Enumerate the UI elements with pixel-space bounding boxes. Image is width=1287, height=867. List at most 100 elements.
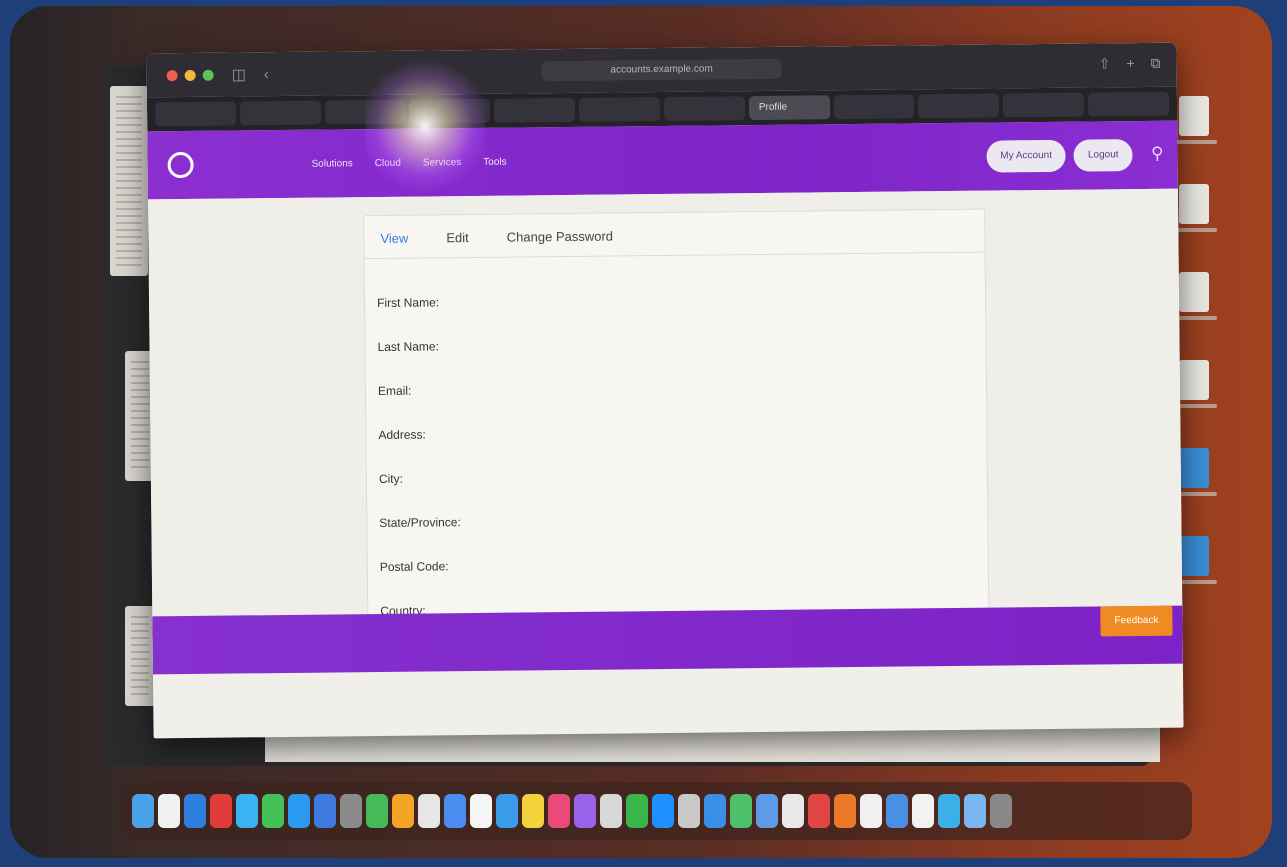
field-label: Email:: [377, 383, 412, 399]
sidebar-toggle-icon[interactable]: ◫: [232, 65, 246, 83]
nav-links: Solutions Cloud Services Tools: [312, 156, 507, 169]
site-logo-icon[interactable]: [167, 151, 194, 179]
field-label: State/Province:: [379, 515, 461, 530]
browser-tab[interactable]: [833, 94, 915, 120]
profile-row-first-name: First Name:: [365, 275, 985, 325]
back-arrow-icon[interactable]: ‹: [264, 66, 269, 83]
field-label: City:: [378, 471, 403, 487]
new-tab-icon[interactable]: +: [1126, 55, 1134, 72]
tab-change-password[interactable]: Change Password: [507, 229, 613, 245]
dock-app-icon[interactable]: [210, 794, 232, 828]
logout-button[interactable]: Logout: [1073, 139, 1133, 172]
dock-app-icon[interactable]: [288, 794, 310, 828]
my-account-button[interactable]: My Account: [986, 139, 1067, 173]
dock-app-icon[interactable]: [132, 794, 154, 828]
nav-link[interactable]: Services: [423, 157, 461, 168]
background-document: [110, 86, 148, 276]
dock-app-icon[interactable]: [262, 794, 284, 828]
browser-window: ◫ ‹ accounts.example.com ⇧ + ⧉ Profile S…: [146, 42, 1184, 739]
macos-dock: [122, 782, 1192, 840]
field-label: First Name:: [376, 295, 440, 311]
profile-card: View Edit Change Password First Name: La…: [363, 208, 990, 638]
tab-edit[interactable]: Edit: [446, 230, 469, 245]
dock-app-icon[interactable]: [444, 794, 466, 828]
field-label: Last Name:: [377, 339, 439, 355]
site-footer: Feedback: [152, 605, 1183, 675]
dock-app-icon[interactable]: [834, 794, 856, 828]
dock-app-icon[interactable]: [964, 794, 986, 828]
nav-link[interactable]: Solutions: [312, 158, 353, 169]
feedback-button[interactable]: Feedback: [1100, 605, 1173, 637]
browser-tab[interactable]: [663, 96, 745, 121]
dock-app-icon[interactable]: [704, 794, 726, 828]
share-icon[interactable]: ⇧: [1099, 55, 1111, 72]
zoom-window-button[interactable]: [202, 69, 214, 81]
page-content: View Edit Change Password First Name: La…: [147, 188, 1183, 675]
dock-app-icon[interactable]: [418, 794, 440, 828]
dock-app-icon[interactable]: [782, 794, 804, 828]
dock-app-icon[interactable]: [990, 794, 1012, 828]
tab-overview-icon[interactable]: ⧉: [1151, 55, 1161, 72]
file-icon[interactable]: [1171, 360, 1217, 408]
nav-link[interactable]: Cloud: [375, 157, 401, 168]
dock-app-icon[interactable]: [678, 794, 700, 828]
browser-tab-active[interactable]: Profile: [748, 95, 830, 121]
dock-app-icon[interactable]: [860, 794, 882, 828]
browser-tab[interactable]: [918, 93, 1000, 119]
dock-app-icon[interactable]: [522, 794, 544, 828]
dock-app-icon[interactable]: [574, 794, 596, 828]
field-label: Postal Code:: [379, 559, 449, 574]
dock-app-icon[interactable]: [236, 794, 258, 828]
dock-app-icon[interactable]: [496, 794, 518, 828]
dock-app-icon[interactable]: [600, 794, 622, 828]
profile-tabs: View Edit Change Password: [364, 209, 985, 260]
profile-row-city: City:: [367, 451, 987, 501]
folder-icon[interactable]: [1171, 536, 1217, 584]
dock-app-icon[interactable]: [366, 794, 388, 828]
dock-app-icon[interactable]: [912, 794, 934, 828]
profile-row-state: State/Province:: [367, 495, 987, 545]
close-window-button[interactable]: [166, 69, 178, 81]
dock-app-icon[interactable]: [652, 794, 674, 828]
dock-app-icon[interactable]: [808, 794, 830, 828]
address-bar[interactable]: accounts.example.com: [541, 58, 782, 82]
dock-app-icon[interactable]: [158, 794, 180, 828]
file-icon[interactable]: [1171, 96, 1217, 144]
profile-row-last-name: Last Name:: [365, 319, 985, 369]
browser-tab[interactable]: [1003, 92, 1085, 118]
dock-app-icon[interactable]: [626, 794, 648, 828]
profile-row-postal-code: Postal Code:: [368, 539, 988, 589]
background-document: [125, 606, 155, 706]
dock-app-icon[interactable]: [184, 794, 206, 828]
dock-app-icon[interactable]: [470, 794, 492, 828]
folder-icon[interactable]: [1171, 448, 1217, 496]
browser-tab[interactable]: [494, 97, 576, 123]
dock-app-icon[interactable]: [314, 794, 336, 828]
profile-row-email: Email:: [366, 363, 986, 413]
nav-link[interactable]: Tools: [483, 156, 506, 167]
dock-app-icon[interactable]: [548, 794, 570, 828]
site-navbar: Solutions Cloud Services Tools My Accoun…: [147, 120, 1178, 200]
dock-app-icon[interactable]: [392, 794, 414, 828]
browser-tab[interactable]: [409, 98, 491, 124]
photo-frame: ◫ ‹ accounts.example.com ⇧ + ⧉ Profile S…: [10, 6, 1272, 858]
window-controls: [166, 69, 214, 81]
browser-tab[interactable]: [1088, 91, 1170, 117]
dock-app-icon[interactable]: [340, 794, 362, 828]
search-icon[interactable]: ⚲: [1151, 144, 1164, 164]
dock-app-icon[interactable]: [938, 794, 960, 828]
field-label: Address:: [378, 427, 426, 443]
dock-app-icon[interactable]: [756, 794, 778, 828]
profile-fields: First Name: Last Name: Email: Address: C…: [365, 253, 989, 633]
browser-tab[interactable]: [154, 101, 237, 127]
dock-app-icon[interactable]: [886, 794, 908, 828]
browser-tab[interactable]: [324, 99, 406, 125]
file-icon[interactable]: [1171, 272, 1217, 320]
tab-view[interactable]: View: [380, 231, 408, 246]
dock-app-icon[interactable]: [730, 794, 752, 828]
file-icon[interactable]: [1171, 184, 1217, 232]
profile-row-address: Address:: [366, 407, 986, 457]
browser-tab[interactable]: [239, 100, 321, 126]
minimize-window-button[interactable]: [184, 69, 196, 81]
browser-tab[interactable]: [579, 97, 661, 122]
